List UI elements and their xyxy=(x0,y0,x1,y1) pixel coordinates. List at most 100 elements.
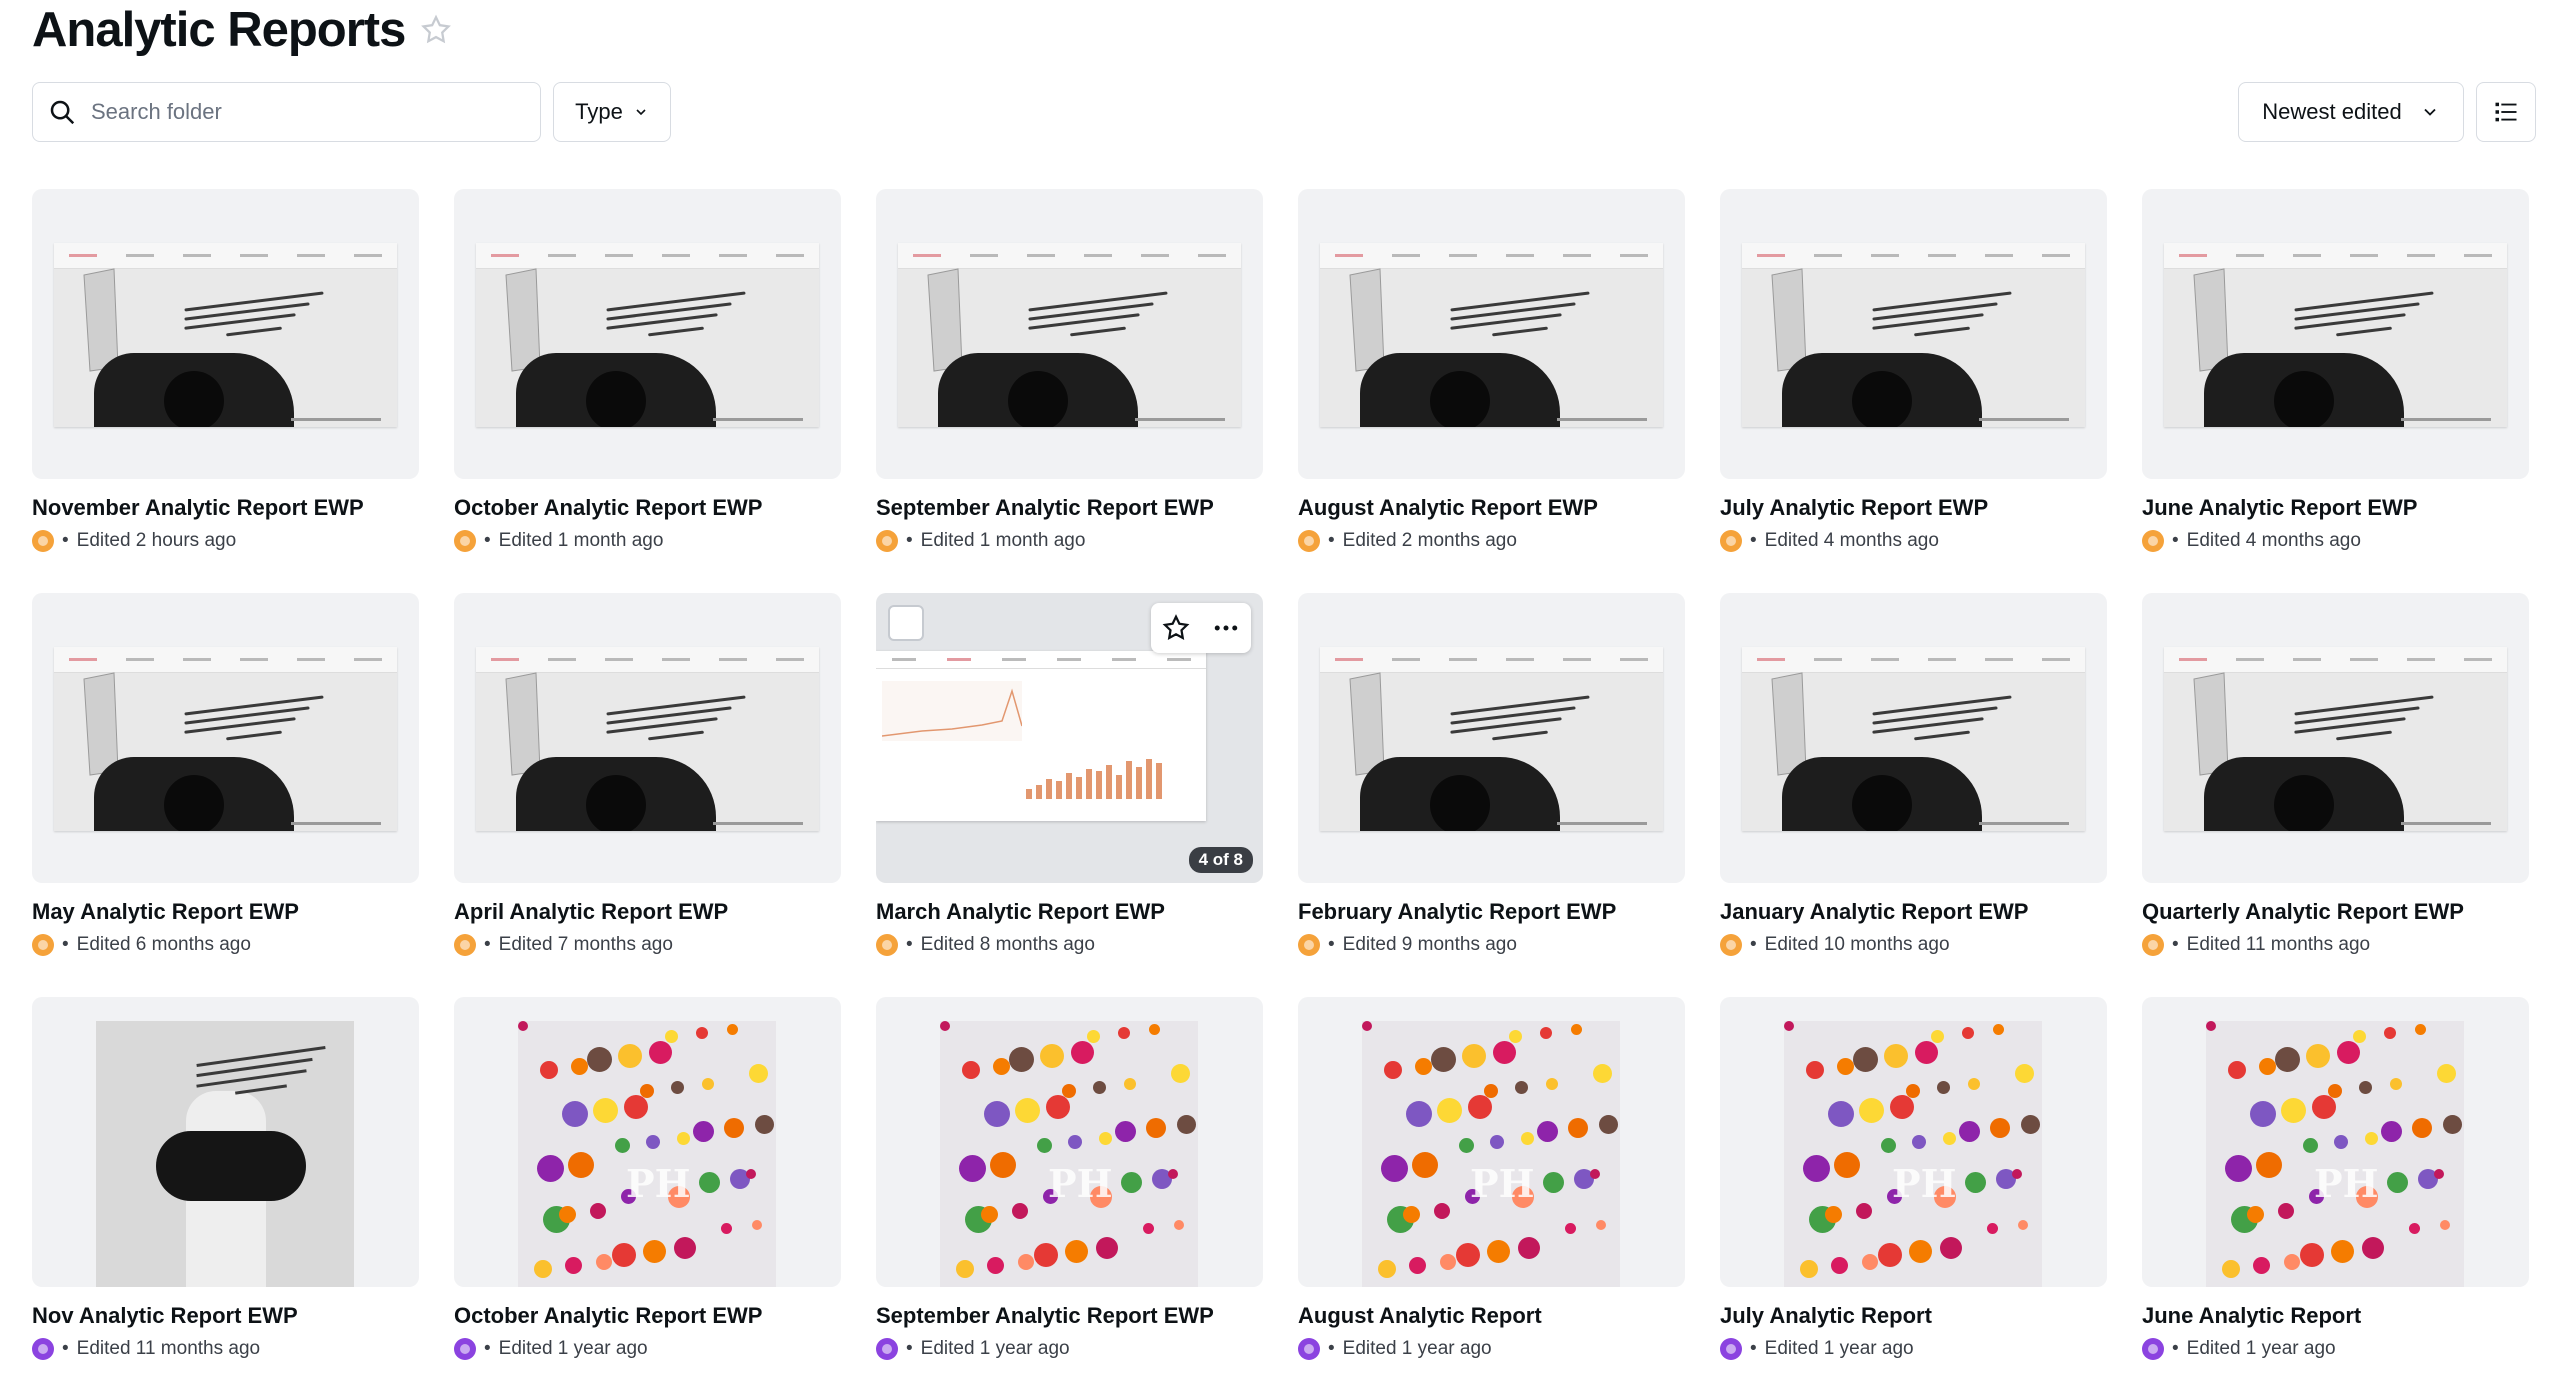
flower-shape xyxy=(1915,1041,1938,1064)
design-title[interactable]: April Analytic Report EWP xyxy=(454,899,841,925)
edited-time: Edited 4 months ago xyxy=(1764,530,1939,551)
design-thumbnail[interactable]: PH xyxy=(1720,997,2107,1287)
search-box[interactable] xyxy=(32,82,541,142)
design-thumbnail[interactable] xyxy=(1298,593,1685,883)
design-title[interactable]: Nov Analytic Report EWP xyxy=(32,1303,419,1329)
design-thumbnail[interactable] xyxy=(1720,189,2107,479)
flower-shape xyxy=(1806,1061,1824,1079)
design-title[interactable]: January Analytic Report EWP xyxy=(1720,899,2107,925)
design-title[interactable]: November Analytic Report EWP xyxy=(32,495,419,521)
design-thumbnail[interactable] xyxy=(454,593,841,883)
design-thumbnail[interactable] xyxy=(876,189,1263,479)
design-title[interactable]: October Analytic Report EWP xyxy=(454,495,841,521)
design-card[interactable]: PH August Analytic Report • Edited 1 year a… xyxy=(1298,997,1685,1360)
design-card[interactable]: April Analytic Report EWP • Edited 7 month… xyxy=(454,593,841,956)
design-thumbnail[interactable] xyxy=(2142,189,2529,479)
design-title[interactable]: September Analytic Report EWP xyxy=(876,495,1263,521)
design-meta: • Edited 1 year ago xyxy=(1720,1338,2107,1360)
design-title[interactable]: May Analytic Report EWP xyxy=(32,899,419,925)
flower-shape xyxy=(1174,1220,1184,1230)
design-title[interactable]: Quarterly Analytic Report EWP xyxy=(2142,899,2529,925)
design-thumbnail[interactable] xyxy=(2142,593,2529,883)
flower-shape xyxy=(2278,1203,2294,1219)
list-view-button[interactable] xyxy=(2476,82,2536,142)
design-thumbnail[interactable] xyxy=(32,189,419,479)
design-title[interactable]: March Analytic Report EWP xyxy=(876,899,1263,925)
design-thumbnail[interactable] xyxy=(1298,189,1685,479)
flower-shape xyxy=(2334,1135,2348,1149)
design-thumbnail[interactable]: PH xyxy=(1298,997,1685,1287)
more-horizontal-icon[interactable] xyxy=(1211,613,1241,643)
design-title[interactable]: August Analytic Report xyxy=(1298,1303,1685,1329)
separator-dot: • xyxy=(906,934,913,955)
design-title[interactable]: June Analytic Report xyxy=(2142,1303,2529,1329)
design-card[interactable]: August Analytic Report EWP • Edited 2 mont… xyxy=(1298,189,1685,552)
separator-dot: • xyxy=(1750,934,1757,955)
design-thumbnail[interactable]: PH xyxy=(454,997,841,1287)
design-card[interactable]: PH June Analytic Report • Edited 1 year ago xyxy=(2142,997,2529,1360)
owner-avatar xyxy=(876,934,898,956)
design-card[interactable]: Quarterly Analytic Report EWP • Edited 11 … xyxy=(2142,593,2529,956)
handwritten-note xyxy=(184,291,324,345)
design-card[interactable]: PH October Analytic Report EWP • Edited 1 y… xyxy=(454,997,841,1360)
owner-avatar xyxy=(2142,934,2164,956)
flower-shape xyxy=(671,1081,684,1094)
flower-shape xyxy=(1943,1132,1956,1145)
star-outline-icon[interactable] xyxy=(1161,613,1191,643)
design-title[interactable]: September Analytic Report EWP xyxy=(876,1303,1263,1329)
design-thumbnail[interactable] xyxy=(454,189,841,479)
search-input[interactable] xyxy=(91,99,511,125)
flower-shape xyxy=(1415,1058,1432,1075)
design-title[interactable]: July Analytic Report xyxy=(1720,1303,2107,1329)
flower-shape xyxy=(2259,1058,2276,1075)
design-thumbnail[interactable]: 4 of 8 xyxy=(876,593,1263,883)
flower-shape xyxy=(2328,1084,2342,1098)
design-card[interactable]: PH September Analytic Report EWP • Edited 1… xyxy=(876,997,1263,1360)
design-thumbnail[interactable] xyxy=(32,997,419,1287)
flower-shape xyxy=(1177,1115,1196,1134)
handwritten-note xyxy=(196,1045,326,1099)
design-card[interactable]: July Analytic Report EWP • Edited 4 months… xyxy=(1720,189,2107,552)
design-meta: • Edited 10 months ago xyxy=(1720,934,2107,956)
design-card[interactable]: October Analytic Report EWP • Edited 1 mon… xyxy=(454,189,841,552)
flower-shape xyxy=(2362,1237,2384,1259)
design-thumbnail[interactable] xyxy=(1720,593,2107,883)
flower-shape xyxy=(1456,1243,1480,1267)
type-filter-button[interactable]: Type xyxy=(553,82,671,142)
search-icon xyxy=(50,100,75,125)
slide-preview xyxy=(1320,243,1663,427)
design-title[interactable]: August Analytic Report EWP xyxy=(1298,495,1685,521)
design-title[interactable]: June Analytic Report EWP xyxy=(2142,495,2529,521)
owner-avatar xyxy=(1720,1338,1742,1360)
design-title[interactable]: February Analytic Report EWP xyxy=(1298,899,1685,925)
select-checkbox[interactable] xyxy=(888,605,924,641)
flower-shape xyxy=(1543,1172,1564,1193)
design-card[interactable]: Nov Analytic Report EWP • Edited 11 months… xyxy=(32,997,419,1360)
design-card[interactable]: PH July Analytic Report • Edited 1 year ago xyxy=(1720,997,2107,1360)
design-card[interactable]: September Analytic Report EWP • Edited 1 m… xyxy=(876,189,1263,552)
design-card[interactable]: May Analytic Report EWP • Edited 6 months … xyxy=(32,593,419,956)
design-title[interactable]: October Analytic Report EWP xyxy=(454,1303,841,1329)
star-outline-icon[interactable] xyxy=(419,13,453,47)
design-card[interactable]: February Analytic Report EWP • Edited 9 mo… xyxy=(1298,593,1685,956)
design-card[interactable]: 4 of 8 March Analytic Report EWP • Edited 8… xyxy=(876,593,1263,956)
sort-dropdown[interactable]: Newest edited xyxy=(2238,82,2464,142)
design-thumbnail[interactable] xyxy=(32,593,419,883)
design-card[interactable]: June Analytic Report EWP • Edited 4 months… xyxy=(2142,189,2529,552)
design-thumbnail[interactable]: PH xyxy=(876,997,1263,1287)
flower-shape xyxy=(1509,1030,1522,1043)
slide-nav-bar xyxy=(1320,243,1663,269)
flower-shape xyxy=(640,1084,654,1098)
design-title[interactable]: July Analytic Report EWP xyxy=(1720,495,2107,521)
separator-dot: • xyxy=(2172,934,2179,955)
design-thumbnail[interactable]: PH xyxy=(2142,997,2529,1287)
slide-preview xyxy=(1742,243,2085,427)
flower-shape xyxy=(534,1260,552,1278)
flower-shape xyxy=(1493,1041,1516,1064)
design-card[interactable]: January Analytic Report EWP • Edited 10 mo… xyxy=(1720,593,2107,956)
edited-time: Edited 1 year ago xyxy=(1764,1338,1914,1359)
handwritten-note xyxy=(1872,695,2012,749)
handwritten-note xyxy=(1872,291,2012,345)
edited-time: Edited 1 year ago xyxy=(498,1338,648,1359)
design-card[interactable]: November Analytic Report EWP • Edited 2 ho… xyxy=(32,189,419,552)
